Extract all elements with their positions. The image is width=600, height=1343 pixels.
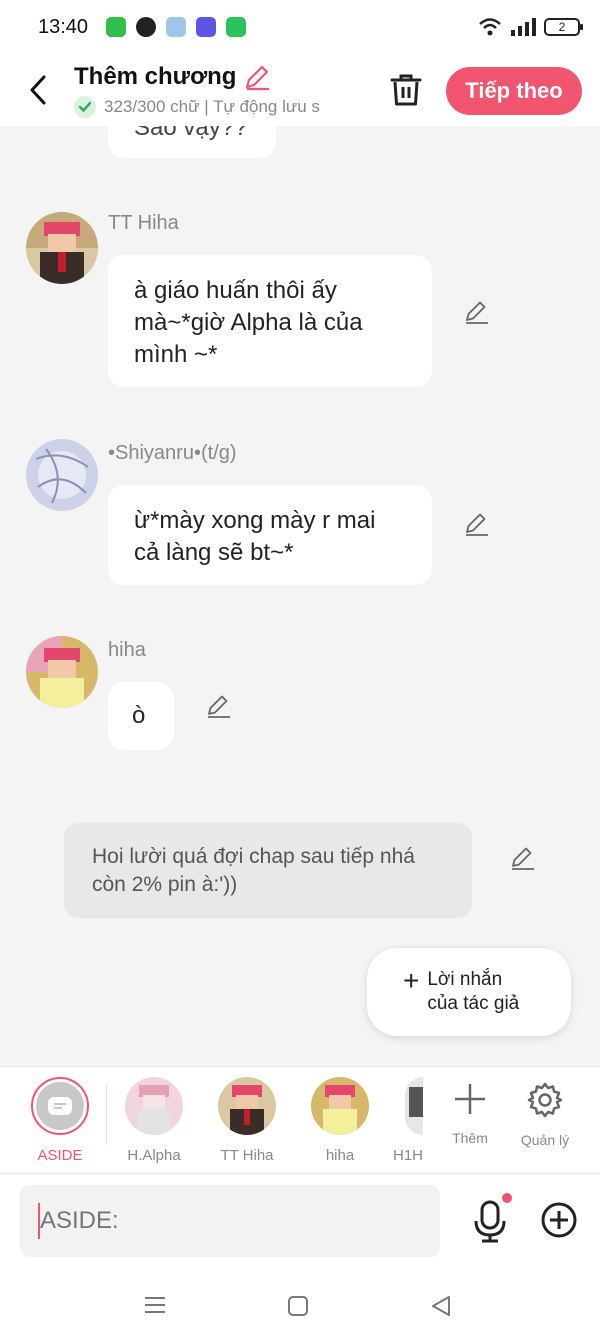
- avatar-tt-hiha[interactable]: [26, 212, 98, 284]
- aside-message-icon: [48, 1097, 72, 1115]
- character-h-alpha[interactable]: H.Alpha: [114, 1077, 194, 1164]
- character-label: H1H: [393, 1147, 423, 1164]
- character-label: TT Hiha: [220, 1147, 274, 1164]
- add-media-button[interactable]: [540, 1201, 578, 1239]
- signal-icon: [511, 18, 536, 36]
- system-nav-bar: [0, 1269, 600, 1343]
- aside-narration-bubble[interactable]: Hoi lười quá đợi chap sau tiếp nhá còn 2…: [64, 823, 472, 918]
- add-character-label: Thêm: [452, 1130, 488, 1146]
- author-note-button[interactable]: + Lời nhắn của tác giả: [367, 948, 571, 1036]
- back-triangle-icon[interactable]: [430, 1295, 452, 1317]
- edit-message-icon[interactable]: [204, 692, 232, 720]
- avatar-hiha[interactable]: [26, 636, 98, 708]
- chat-app-icon: [196, 17, 217, 37]
- message-line: ừ*mày xong mày r mai: [134, 507, 376, 534]
- back-button[interactable]: [22, 70, 54, 110]
- message-line: mình ~*: [134, 341, 218, 368]
- word-count-status: 323/300 chữ | Tự động lưu s: [104, 97, 320, 116]
- message-line: mà~*giờ Alpha là của: [134, 309, 363, 336]
- character-hiha[interactable]: hiha: [300, 1077, 380, 1164]
- manage-characters-label: Quản lý: [520, 1132, 570, 1148]
- game-app-icon: [166, 17, 187, 37]
- message-line: à giáo huấn thôi ấy: [134, 277, 337, 304]
- manage-characters-button[interactable]: Quản lý: [510, 1081, 580, 1148]
- input-area: [0, 1175, 600, 1269]
- saved-check-icon: [74, 96, 96, 118]
- gear-icon: [527, 1082, 563, 1118]
- wechat-app-icon: [226, 17, 247, 37]
- edit-message-icon[interactable]: [462, 510, 490, 538]
- character-h1h[interactable]: H1H: [393, 1077, 423, 1164]
- messages-app-icon: [106, 17, 127, 37]
- edit-narration-icon[interactable]: [508, 844, 536, 872]
- character-label: H.Alpha: [127, 1147, 181, 1164]
- chevron-left-icon: [30, 75, 46, 105]
- message-sender-name: hiha: [108, 639, 146, 661]
- narration-line: Hoi lười quá đợi chap sau tiếp nhá: [92, 845, 415, 868]
- status-app-icons: [106, 17, 247, 37]
- voice-input-button[interactable]: [470, 1199, 510, 1243]
- plus-icon: +: [403, 965, 420, 996]
- camera-app-icon: [136, 17, 157, 37]
- message-sender-name: TT Hiha: [108, 212, 179, 234]
- message-bubble[interactable]: à giáo huấn thôi ấy mà~*giờ Alpha là của…: [108, 255, 432, 387]
- message-sender-name: •Shiyanru•(t/g): [108, 442, 237, 464]
- plus-icon: [455, 1084, 485, 1114]
- title-edit-icon[interactable]: [242, 62, 272, 92]
- plus-circle-icon: [541, 1202, 577, 1238]
- avatar: [218, 1077, 276, 1135]
- status-time: 13:40: [38, 15, 89, 38]
- chat-area[interactable]: Sao vậy?? TT Hiha à giáo huấn thôi ấy mà…: [0, 126, 600, 1066]
- avatar-shiyanru[interactable]: [26, 439, 98, 511]
- next-button[interactable]: Tiếp theo: [446, 67, 582, 115]
- trash-icon: [390, 74, 422, 106]
- battery-level: 2: [558, 20, 566, 34]
- battery-icon: 2: [544, 18, 583, 36]
- character-label: hiha: [325, 1147, 355, 1164]
- avatar: [311, 1077, 369, 1135]
- wifi-icon: [479, 18, 501, 36]
- header: Thêm chương 323/300 chữ | Tự động lưu s …: [0, 54, 600, 126]
- notification-dot: [502, 1193, 512, 1203]
- message-text: Sao vậy??: [134, 126, 248, 141]
- message-input[interactable]: [20, 1185, 440, 1257]
- message-line: cả làng sẽ bt~*: [134, 539, 294, 566]
- character-tt-hiha[interactable]: TT Hiha: [207, 1077, 287, 1164]
- status-bar: 13:40 2: [0, 0, 600, 54]
- avatar: [125, 1077, 183, 1135]
- narration-line: còn 2% pin à:')): [92, 873, 238, 896]
- delete-button[interactable]: [386, 70, 426, 110]
- add-character-button[interactable]: Thêm: [435, 1081, 505, 1146]
- message-bubble[interactable]: ừ*mày xong mày r mai cả làng sẽ bt~*: [108, 485, 432, 585]
- character-selector: ASIDE H.Alpha TT Hiha hiha H1H Thêm Quản…: [0, 1066, 600, 1174]
- message-bubble[interactable]: ò: [108, 682, 174, 750]
- home-icon[interactable]: [287, 1295, 309, 1317]
- page-title: Thêm chương: [74, 63, 237, 90]
- author-note-line: của tác giả: [427, 993, 520, 1014]
- edit-message-icon[interactable]: [462, 298, 490, 326]
- avatar: [405, 1077, 423, 1135]
- author-note-line: Lời nhắn: [427, 969, 503, 990]
- character-label: ASIDE: [37, 1147, 83, 1164]
- microphone-icon: [474, 1200, 506, 1243]
- divider: [106, 1085, 107, 1145]
- message-bubble-partial[interactable]: Sao vậy??: [108, 126, 276, 158]
- menu-icon[interactable]: [144, 1295, 166, 1315]
- character-aside[interactable]: ASIDE: [20, 1077, 100, 1164]
- message-text: ò: [132, 702, 146, 729]
- text-caret: [38, 1203, 40, 1239]
